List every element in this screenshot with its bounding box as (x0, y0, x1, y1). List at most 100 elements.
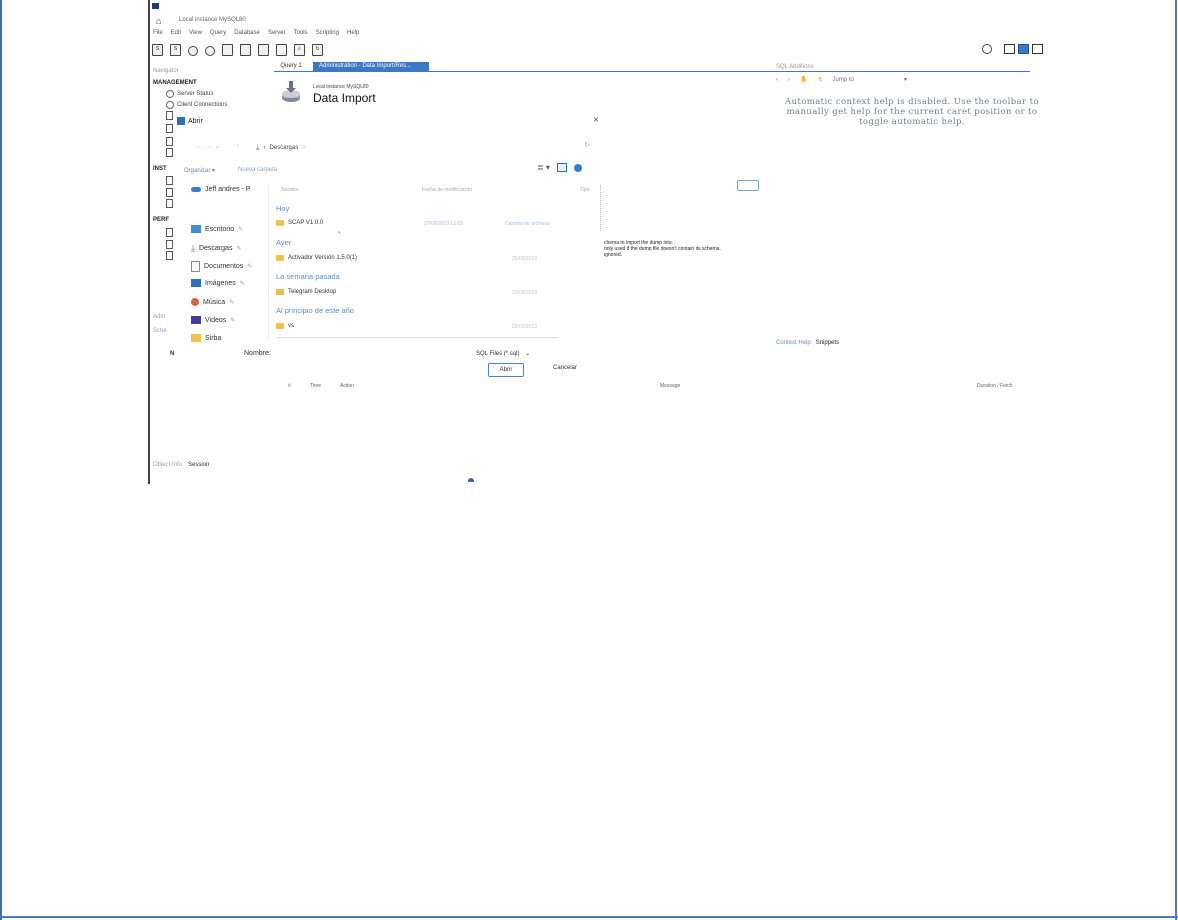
folder-icon (276, 255, 284, 261)
menu-tools[interactable]: Tools (294, 30, 308, 36)
sidebar-item-pictures[interactable]: Imágenes ✎ (191, 279, 245, 287)
menu-query[interactable]: Query (210, 30, 226, 36)
options-file-icon[interactable] (166, 199, 173, 208)
users-privileges-icon[interactable] (166, 111, 173, 120)
column-date-header[interactable]: Fecha de modificación (422, 187, 472, 193)
tab-query-1[interactable]: Query 1 (274, 62, 308, 71)
splitter-handle-icon[interactable] (468, 478, 474, 482)
file-date: 27/09/2023 12:03 (424, 221, 463, 227)
jump-to-label[interactable]: Jump to (833, 77, 854, 83)
sidebar-item-sirba[interactable]: Sirba (191, 334, 221, 342)
menu-view[interactable]: View (189, 30, 202, 36)
file-date: 26/09/2023 (512, 256, 538, 262)
toggle-sidebar-icon[interactable] (1004, 44, 1015, 54)
tab-session[interactable]: Session (188, 462, 209, 468)
forward-arrow-icon[interactable]: › (788, 77, 790, 83)
refresh-icon[interactable]: ↻ (584, 141, 590, 149)
status-variables-icon[interactable] (166, 124, 173, 133)
list-item-activador[interactable]: Activador Versión 1.5.0(1) (276, 255, 357, 261)
filename-label: Nombre: (244, 350, 271, 357)
chevron-down-icon: ⌄ (525, 351, 531, 357)
breadcrumb-downloads[interactable]: Descargas (270, 145, 299, 151)
data-export-icon[interactable] (166, 137, 173, 146)
performance-reports-icon[interactable] (166, 240, 173, 249)
list-item-telegram[interactable]: Telegram Desktop (276, 289, 336, 295)
tab-snippets[interactable]: Snippets (816, 340, 839, 346)
sidebar-item-downloads[interactable]: ⤓ Descargas ✎ (191, 243, 241, 254)
menu-database[interactable]: Database (234, 30, 260, 36)
pictures-icon (191, 279, 201, 287)
pane-divider[interactable] (268, 185, 269, 340)
tab-context-help[interactable]: Context Help (776, 340, 811, 346)
file-type: Carpeta de archivos (505, 221, 550, 227)
data-import-icon[interactable] (166, 148, 173, 157)
scan-speck: · (596, 664, 598, 669)
breadcrumb-chevron[interactable]: > (302, 145, 306, 151)
up-folder-icon[interactable]: ↑ (236, 143, 239, 149)
cancel-button[interactable]: Cancelar (553, 365, 577, 371)
nav-administration-tab[interactable]: Adm (153, 314, 165, 320)
performance-schema-icon[interactable] (166, 251, 173, 260)
open-sql-script-icon[interactable]: S (170, 44, 181, 56)
sidebar-item-documents[interactable]: Documentos ✎ (191, 261, 252, 272)
schema-inspector-icon[interactable] (188, 46, 198, 56)
filetype-select[interactable]: SQL Files (*.sql) ⌄ (476, 350, 530, 357)
home-icon[interactable]: ⌂ (156, 16, 161, 26)
back-arrow-icon[interactable]: ‹ (776, 77, 778, 83)
reconnect-icon[interactable]: ↻ (312, 44, 323, 56)
view-options-icon[interactable]: ≣ ▾ (537, 163, 550, 172)
menu-edit[interactable]: Edit (171, 30, 181, 36)
help-icon[interactable] (573, 163, 582, 172)
nav-server-status[interactable]: Server Status (166, 90, 213, 98)
layout-toggles (982, 44, 1043, 54)
menu-file[interactable]: File (153, 30, 163, 36)
performance-header: PERF (153, 217, 170, 223)
nav-client-connections[interactable]: Client Connections (166, 101, 227, 109)
dashboard-icon[interactable] (166, 228, 173, 237)
pin-icon: ✎ (229, 299, 235, 306)
list-item-vs[interactable]: vs (276, 323, 294, 329)
menu-server[interactable]: Server (268, 30, 286, 36)
output-col-message: Message (660, 383, 681, 389)
search-table-icon[interactable]: ⌕ (294, 44, 305, 56)
tab-data-import[interactable]: Administration - Data Import/Res... (313, 62, 429, 71)
nav-info-letter: N (170, 351, 175, 357)
create-view-icon[interactable] (240, 44, 251, 56)
toggle-secondary-sidebar-icon[interactable] (1032, 44, 1043, 54)
manual-help-icon[interactable]: ✋ (800, 76, 807, 83)
new-sql-tab-icon[interactable]: S (152, 44, 163, 56)
folder-icon (276, 220, 284, 226)
open-button[interactable]: Abrir (488, 363, 524, 377)
client-connections-icon (166, 101, 174, 109)
connection-tab[interactable]: Local instance MySQL80 (179, 17, 246, 23)
server-logs-icon[interactable] (166, 188, 173, 197)
create-procedure-icon[interactable] (258, 44, 269, 56)
create-schema-icon[interactable] (205, 46, 215, 56)
sidebar-item-videos[interactable]: Videos ✎ (191, 316, 235, 324)
sidebar-item-desktop[interactable]: Escritorio ✎ (191, 225, 243, 233)
list-item-scap[interactable]: SCAP V1.0.0 (276, 220, 323, 226)
create-table-icon[interactable] (222, 44, 233, 56)
jump-to-dropdown-icon[interactable]: ▾ (904, 76, 907, 83)
preview-pane-icon[interactable] (556, 163, 567, 172)
startup-shutdown-icon[interactable] (166, 176, 173, 185)
breadcrumb[interactable]: ⤓ › Descargas > (256, 143, 306, 153)
schema-new-button[interactable] (737, 180, 759, 191)
page-frame-left (0, 0, 2, 920)
sidebar-item-music[interactable]: Música ✎ (191, 298, 234, 306)
column-name-header[interactable]: Nombre (281, 187, 299, 193)
menu-scripting[interactable]: Scripting (316, 30, 339, 36)
back-nav-icon[interactable]: ← → ⌄ (196, 143, 220, 150)
column-type-header[interactable]: Tipo (580, 187, 590, 193)
organize-button[interactable]: Organizar ▾ (184, 167, 215, 174)
nav-schemas-tab[interactable]: Sche (153, 328, 167, 334)
close-icon[interactable]: ✕ (593, 116, 599, 124)
auto-help-icon[interactable]: ↯ (817, 76, 822, 83)
create-function-icon[interactable] (276, 44, 287, 56)
settings-gear-icon[interactable] (982, 44, 992, 54)
sidebar-item-onedrive[interactable]: Jeff andres - P (191, 186, 250, 193)
new-folder-button[interactable]: Nueva carpeta (238, 167, 277, 173)
tab-object-info[interactable]: Object Info (153, 462, 182, 468)
menu-help[interactable]: Help (347, 30, 359, 36)
toggle-output-icon[interactable] (1018, 44, 1029, 54)
